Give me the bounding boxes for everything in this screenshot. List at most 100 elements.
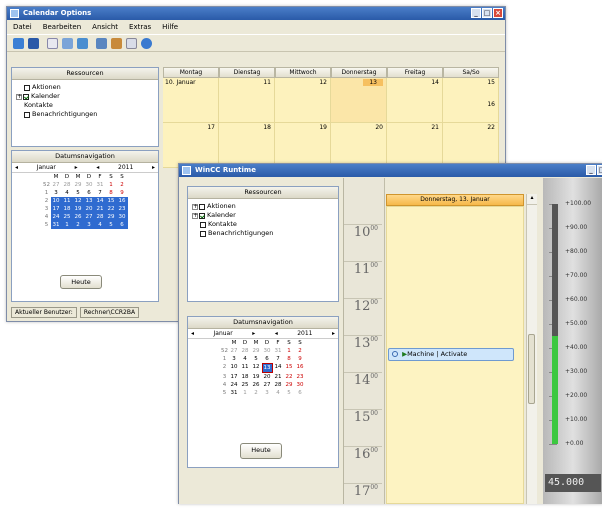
day-cell[interactable]: 31: [50, 221, 62, 229]
day-cell[interactable]: 27: [262, 381, 273, 389]
day-cell[interactable]: 9: [295, 355, 306, 363]
resource-item[interactable]: Aktionen: [16, 83, 158, 92]
prev-year-icon[interactable]: ◂: [275, 330, 278, 337]
day-cell[interactable]: 8: [284, 355, 295, 363]
prev-year-icon[interactable]: ◂: [96, 164, 99, 171]
day-cell[interactable]: 17: [50, 205, 62, 213]
minimize-icon[interactable]: _: [471, 8, 481, 18]
day-cell[interactable]: 28: [62, 181, 73, 189]
day-cell[interactable]: 16: [116, 197, 128, 205]
vertical-scrollbar[interactable]: ▴: [526, 194, 537, 504]
day-cell[interactable]: 2: [117, 181, 128, 189]
month-day-cell[interactable]: 21: [387, 123, 443, 168]
day-cell[interactable]: 21: [273, 373, 284, 381]
month-day-cell[interactable]: 10. Januar: [163, 78, 219, 123]
day-cell[interactable]: 22: [105, 205, 117, 213]
day-cell[interactable]: 17: [229, 373, 240, 381]
day-cell[interactable]: 2: [251, 389, 262, 397]
copy-icon[interactable]: [77, 37, 88, 49]
checkbox[interactable]: [200, 221, 206, 228]
maximize-icon[interactable]: □: [597, 165, 602, 175]
checkbox[interactable]: [200, 230, 206, 237]
day-cell[interactable]: 30: [84, 181, 95, 189]
weekday-column-header[interactable]: Freitag: [387, 67, 443, 78]
prev-month-icon[interactable]: ◂: [191, 330, 194, 337]
month-day-cell[interactable]: 20: [331, 123, 387, 168]
day-cell[interactable]: 12: [251, 363, 262, 373]
prev-month-icon[interactable]: ◂: [15, 164, 18, 171]
day-cell[interactable]: 23: [116, 205, 128, 213]
scroll-up-icon[interactable]: ▴: [527, 194, 537, 205]
day-cell[interactable]: 6: [295, 389, 306, 397]
day-cell[interactable]: 6: [116, 221, 128, 229]
day-cell[interactable]: 6: [262, 355, 273, 363]
day-cell[interactable]: 4: [94, 221, 106, 229]
checkbox[interactable]: [199, 203, 205, 210]
mail-icon[interactable]: [126, 37, 137, 49]
day-cell[interactable]: 18: [240, 373, 251, 381]
weekday-column-header[interactable]: Mittwoch: [275, 67, 331, 78]
day-cell[interactable]: 16: [295, 363, 306, 373]
globe-icon[interactable]: [141, 37, 152, 49]
checkbox[interactable]: [199, 212, 205, 219]
day-cell[interactable]: 5: [105, 221, 117, 229]
day-cell[interactable]: 30: [295, 381, 306, 389]
weekday-column-header[interactable]: Montag: [163, 67, 219, 78]
day-cell[interactable]: 30: [262, 347, 273, 355]
day-cell[interactable]: 1: [106, 181, 117, 189]
weekday-column-header[interactable]: Donnerstag: [331, 67, 387, 78]
day-cell[interactable]: 13: [261, 363, 273, 373]
refresh-icon[interactable]: [47, 37, 58, 49]
grid-icon[interactable]: [96, 37, 107, 49]
scroll-thumb[interactable]: [528, 334, 535, 404]
day-cell[interactable]: 22: [284, 373, 295, 381]
user-icon[interactable]: [111, 37, 122, 49]
day-cell[interactable]: 1: [240, 389, 251, 397]
day-cell[interactable]: 1: [61, 221, 73, 229]
day-cell[interactable]: 25: [240, 381, 251, 389]
heute-button[interactable]: Heute: [240, 443, 282, 459]
day-cell[interactable]: 9: [117, 189, 128, 197]
checkbox[interactable]: [24, 84, 30, 91]
day-cell[interactable]: 25: [61, 213, 73, 221]
month-day-cell[interactable]: 12: [275, 78, 331, 123]
day-cell[interactable]: 2: [295, 347, 306, 355]
resource-item[interactable]: + Aktionen: [192, 202, 338, 211]
day-cell[interactable]: 13: [83, 197, 95, 205]
resource-item[interactable]: Benachrichtigungen: [192, 229, 338, 238]
day-cell[interactable]: 23: [295, 373, 306, 381]
day-cell[interactable]: 5: [251, 355, 262, 363]
day-cell[interactable]: 31: [273, 347, 284, 355]
maximize-icon[interactable]: □: [482, 8, 492, 18]
next-year-icon[interactable]: ▸: [332, 330, 335, 337]
resource-item[interactable]: + Kalender: [192, 211, 338, 220]
weekday-column-header[interactable]: Sa/So: [443, 67, 499, 78]
day-cell[interactable]: 2: [72, 221, 84, 229]
expand-icon[interactable]: +: [16, 93, 22, 100]
day-cell[interactable]: 27: [83, 213, 95, 221]
expand-icon[interactable]: +: [192, 212, 198, 219]
day-cell[interactable]: 31: [229, 389, 240, 397]
month-day-cell[interactable]: 11: [219, 78, 275, 123]
day-cell[interactable]: 29: [105, 213, 117, 221]
day-cell[interactable]: 27: [51, 181, 62, 189]
day-cell[interactable]: 27: [229, 347, 240, 355]
day-cell[interactable]: 4: [62, 189, 73, 197]
day-cell[interactable]: 11: [61, 197, 73, 205]
day-cell[interactable]: 26: [251, 381, 262, 389]
menu-bearbeiten[interactable]: Bearbeiten: [43, 21, 81, 33]
day-cell[interactable]: 24: [229, 381, 240, 389]
month-day-cell[interactable]: 17: [163, 123, 219, 168]
checkbox[interactable]: [24, 111, 30, 118]
day-cell[interactable]: 5: [73, 189, 84, 197]
close-icon[interactable]: ×: [493, 8, 503, 18]
day-cell[interactable]: 18: [61, 205, 73, 213]
month-day-cell[interactable]: 22: [443, 123, 499, 168]
day-cell[interactable]: 20: [262, 373, 273, 381]
menu-hilfe[interactable]: Hilfe: [162, 21, 178, 33]
month-day-cell[interactable]: 14: [387, 78, 443, 123]
day-cell[interactable]: 3: [229, 355, 240, 363]
day-cell[interactable]: 19: [251, 373, 262, 381]
edit-icon[interactable]: [62, 37, 73, 49]
day-cell[interactable]: 31: [95, 181, 106, 189]
